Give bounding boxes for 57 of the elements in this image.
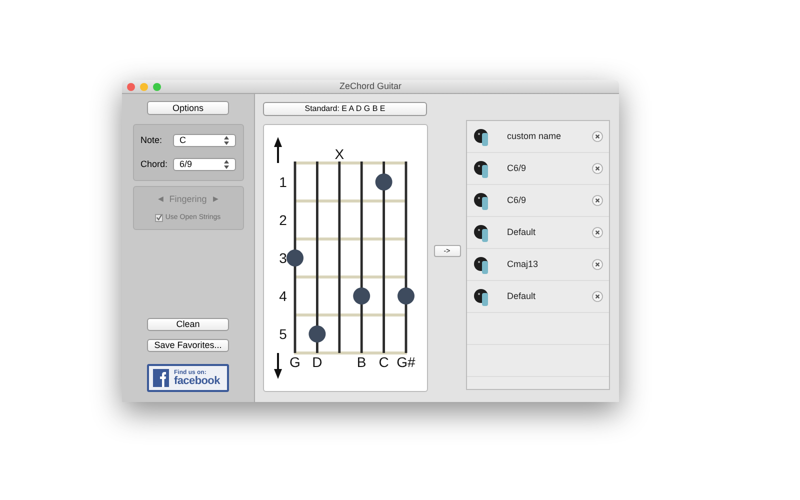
favorite-name: Default [507,226,537,239]
close-button[interactable] [127,82,135,90]
finger-dot[interactable] [375,174,392,190]
favorite-row[interactable]: custom name [467,121,609,153]
favorite-name: C6/9 [507,194,528,207]
chord-popup[interactable]: 6/9 [172,158,236,171]
favorite-row[interactable]: Default [467,281,609,313]
finger-dot[interactable] [308,326,326,342]
favorite-row[interactable]: C6/9 [467,153,609,185]
finger-dot[interactable] [353,288,370,304]
favorite-name: custom name [507,130,562,143]
finger-dot[interactable] [286,250,304,266]
facebook-wordmark: facebook [174,376,220,386]
stepper-icon [224,160,228,169]
favorite-row[interactable]: C6/9 [467,185,609,217]
string-note-label: G [290,354,300,370]
note-label: Note: [140,134,162,147]
guitar-chord-icon [473,288,491,306]
fret-number: 3 [279,250,287,266]
guitar-chord-icon [473,224,491,242]
guitar-chord-icon [473,160,491,178]
remove-icon[interactable] [592,259,603,270]
favorite-name: Default [507,290,537,303]
facebook-icon [153,369,169,387]
favorite-name: Cmaj13 [507,258,540,271]
guitar-chord-icon [473,256,491,274]
up-arrow-icon[interactable] [274,137,282,163]
remove-icon[interactable] [592,163,603,174]
save-favorites-button[interactable]: Save Favorites... [147,339,229,352]
favorite-row[interactable]: Cmaj13 [467,249,609,281]
string-note-label: G# [396,354,416,370]
muted-string-mark: X [334,146,344,162]
note-popup[interactable]: C [172,134,236,148]
string-note-label: B [356,354,366,370]
guitar-chord-icon [473,192,491,210]
chord-label: Chord: [140,158,168,170]
fret-number: 2 [279,212,287,228]
string-note-label: D [312,354,322,370]
guitar-chord-icon [473,128,491,146]
down-arrow-icon[interactable] [274,353,282,379]
favorite-name: C6/9 [507,162,528,175]
string-note-label: C [378,354,389,370]
finger-dot[interactable] [398,288,414,304]
options-button[interactable]: Options [147,101,229,115]
remove-icon[interactable] [592,195,603,206]
remove-icon[interactable] [592,131,603,142]
stepper-icon [224,136,228,146]
fingering-label: Fingering [169,193,207,206]
fret-number: 5 [279,326,287,342]
tuning-button[interactable]: Standard: E A D G B E [263,102,427,116]
remove-icon[interactable] [592,291,603,302]
remove-icon[interactable] [592,227,603,238]
favorite-row[interactable]: Default [467,217,609,249]
clean-button[interactable]: Clean [147,318,229,331]
fret-number: 1 [279,174,287,190]
fret-number: 4 [279,288,287,304]
window-title: ZeChord Guitar [339,82,402,91]
